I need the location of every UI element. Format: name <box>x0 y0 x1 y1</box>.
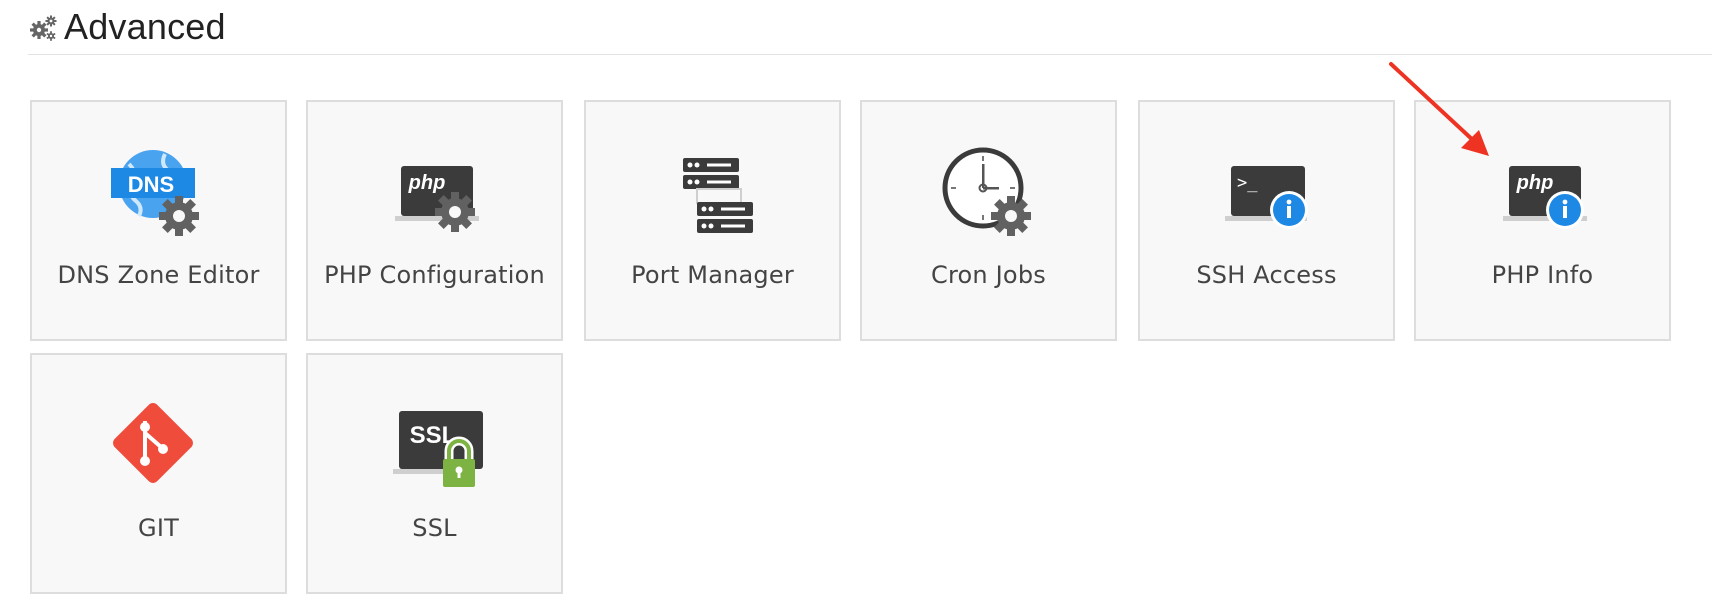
tile-label: DNS Zone Editor <box>57 261 260 289</box>
tile-php-configuration[interactable]: php PHP Configuration <box>306 100 563 341</box>
tile-dns-zone-editor[interactable]: DNS DNS Zone Editor <box>30 100 287 341</box>
php-info-icon: php <box>1502 166 1587 229</box>
tile-label: PHP Info <box>1491 261 1594 289</box>
tile-ssh-access[interactable]: >_ SSH Access <box>1138 100 1395 341</box>
svg-text:php: php <box>1515 172 1553 194</box>
git-icon <box>112 403 193 483</box>
gears-icon <box>30 15 57 41</box>
svg-text:php: php <box>407 172 445 194</box>
tile-label: Port Manager <box>631 261 794 289</box>
tile-label: PHP Configuration <box>324 261 545 289</box>
tile-cron-jobs[interactable]: Cron Jobs <box>860 100 1117 341</box>
tile-label: Cron Jobs <box>931 261 1046 289</box>
svg-text:>_: >_ <box>1237 173 1258 193</box>
section-title: Advanced <box>64 6 226 47</box>
tile-port-manager[interactable]: Port Manager <box>584 100 841 341</box>
svg-text:DNS: DNS <box>127 172 173 197</box>
port-manager-icon <box>682 158 753 233</box>
ssl-icon: SSL <box>392 411 483 487</box>
php-configuration-icon: php <box>394 166 479 232</box>
dns-zone-editor-icon: DNS <box>110 150 199 236</box>
tile-label: SSL <box>412 514 457 542</box>
section-header: Advanced <box>28 0 1712 55</box>
cron-jobs-icon <box>942 147 1031 236</box>
tile-git[interactable]: GIT <box>30 353 287 594</box>
tile-label: SSH Access <box>1196 261 1337 289</box>
tile-ssl[interactable]: SSL SSL <box>306 353 563 594</box>
tile-label: GIT <box>138 514 179 542</box>
ssh-access-icon: >_ <box>1224 166 1308 229</box>
annotation-arrow <box>1389 62 1489 156</box>
